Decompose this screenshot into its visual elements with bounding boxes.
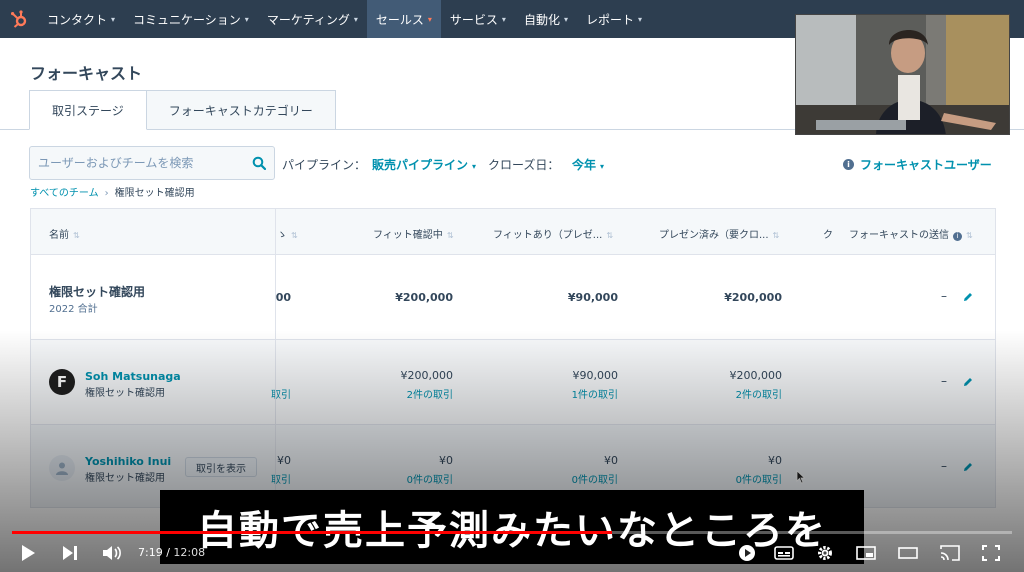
nav-item-contacts[interactable]: コンタクト ▾: [38, 0, 124, 38]
edit-pencil-icon[interactable]: [962, 461, 974, 473]
presented-amount: ¥0: [768, 454, 782, 467]
fit-yes-amount: ¥90,000: [567, 291, 618, 304]
fit-checking-amount: ¥0: [439, 454, 453, 467]
edit-pencil-icon[interactable]: [962, 376, 974, 388]
fullscreen-icon[interactable]: [982, 545, 1000, 561]
submit-status: –: [941, 374, 947, 388]
fit-checking-deals-link[interactable]: 0件の取引: [353, 471, 453, 486]
nav-item-service[interactable]: サービス ▾: [441, 0, 515, 38]
video-progress-bar[interactable]: [12, 531, 1012, 534]
play-icon[interactable]: [20, 544, 36, 562]
chevron-down-icon: ▾: [637, 14, 642, 24]
forecast-users-link[interactable]: i フォーキャストユーザー: [843, 156, 992, 173]
hubspot-logo-icon[interactable]: [0, 0, 38, 38]
search-input[interactable]: [38, 156, 252, 170]
tab-deal-stage[interactable]: 取引ステージ: [29, 90, 147, 130]
col-header-partial[interactable]: ゝ ⇅: [277, 226, 298, 241]
chevron-down-icon: ▾: [563, 14, 568, 24]
fit-checking-amount: ¥200,000: [400, 369, 454, 382]
breadcrumb-current: 権限セット確認用: [114, 188, 195, 199]
cast-icon[interactable]: [940, 545, 960, 561]
nav-item-communication[interactable]: コミュニケーション ▾: [124, 0, 258, 38]
subtitles-icon[interactable]: [774, 546, 794, 560]
fit-checking-deals-link[interactable]: 2件の取引: [353, 386, 453, 401]
settings-gear-icon[interactable]: [816, 544, 834, 562]
fit-checking-amount: ¥200,000: [395, 291, 453, 304]
nav-item-reports[interactable]: レポート ▾: [577, 0, 651, 38]
chevron-down-icon: ▾: [244, 14, 249, 24]
fit-yes-amount: ¥0: [604, 454, 618, 467]
tab-bar: 取引ステージ フォーキャストカテゴリー: [29, 90, 336, 130]
breadcrumb-all-teams[interactable]: すべてのチーム: [30, 188, 99, 199]
nav-item-automation[interactable]: 自動化 ▾: [515, 0, 577, 38]
chevron-down-icon: ▾: [501, 14, 506, 24]
col-header-partial2: ク: [823, 230, 833, 241]
chevron-down-icon: ▾: [427, 14, 432, 24]
tab-forecast-category[interactable]: フォーキャストカテゴリー: [146, 90, 336, 130]
sort-icon: ⇅: [291, 231, 298, 240]
video-progress-fill: [12, 531, 612, 534]
info-icon: i: [843, 159, 854, 170]
info-icon: i: [953, 231, 962, 241]
search-icon[interactable]: [252, 156, 266, 170]
chevron-down-icon: ▾: [353, 14, 358, 24]
search-box[interactable]: [29, 146, 275, 180]
fit-yes-deals-link[interactable]: 0件の取引: [518, 471, 618, 486]
sort-icon: ⇅: [966, 231, 973, 240]
sort-icon: ⇅: [772, 231, 780, 240]
pipeline-label: パイプライン：: [282, 158, 367, 172]
duration: 12:08: [173, 546, 206, 559]
current-time: 7:19: [138, 546, 163, 559]
col-header-forecast-submit[interactable]: フォーキャストの送信 i ⇅: [849, 226, 973, 241]
chevron-down-icon: ▾: [111, 14, 116, 24]
close-date-label: クローズ日：: [488, 158, 560, 172]
pipeline-dropdown[interactable]: 販売パイプライン ▾: [372, 156, 476, 173]
edit-pencil-icon[interactable]: [962, 291, 974, 303]
submit-status: –: [941, 459, 947, 473]
col-header-presented[interactable]: プレゼン済み（要クロ... ⇅: [659, 226, 779, 241]
page-title: フォーキャスト: [30, 64, 143, 83]
presented-amount: ¥200,000: [729, 369, 783, 382]
presented-amount: ¥200,000: [724, 291, 782, 304]
col-header-fit-yes[interactable]: フィットあり（プレゼ... ⇅: [493, 226, 613, 241]
breadcrumb-chevron-icon: ›: [104, 188, 109, 199]
autoplay-toggle-icon[interactable]: [738, 544, 756, 562]
frozen-column-divider: [31, 209, 276, 507]
nav-item-marketing[interactable]: マーケティング ▾: [258, 0, 367, 38]
video-time: 7:19 / 12:08: [138, 546, 206, 559]
presented-deals-link[interactable]: 0件の取引: [682, 471, 782, 486]
presented-deals-link[interactable]: 2件の取引: [682, 386, 782, 401]
breadcrumb: すべてのチーム › 権限セット確認用: [30, 184, 195, 199]
next-icon[interactable]: [62, 545, 78, 561]
volume-icon[interactable]: [102, 545, 122, 561]
close-date-dropdown[interactable]: 今年 ▾: [572, 156, 604, 173]
webcam-video: [795, 14, 1010, 135]
theater-mode-icon[interactable]: [898, 546, 918, 560]
sort-icon: ⇅: [606, 231, 614, 240]
nav-item-sales[interactable]: セールス ▾: [366, 0, 441, 38]
forecast-table: 名前 ⇅ ゝ ⇅ フィット確認中 ⇅ フィットあり（プレゼ... ⇅ プレゼン済み（要ク…: [30, 208, 996, 508]
miniplayer-icon[interactable]: [856, 546, 876, 560]
mouse-cursor-icon: [796, 470, 806, 484]
chevron-down-icon: ▾: [600, 162, 605, 171]
sort-icon: ⇅: [446, 231, 454, 240]
presenter-video-image: [796, 15, 1009, 134]
chevron-down-icon: ▾: [472, 162, 477, 171]
submit-status: –: [941, 289, 947, 303]
fit-yes-deals-link[interactable]: 1件の取引: [518, 386, 618, 401]
col-header-fit-checking[interactable]: フィット確認中 ⇅: [373, 226, 454, 241]
fit-yes-amount: ¥90,000: [572, 369, 619, 382]
